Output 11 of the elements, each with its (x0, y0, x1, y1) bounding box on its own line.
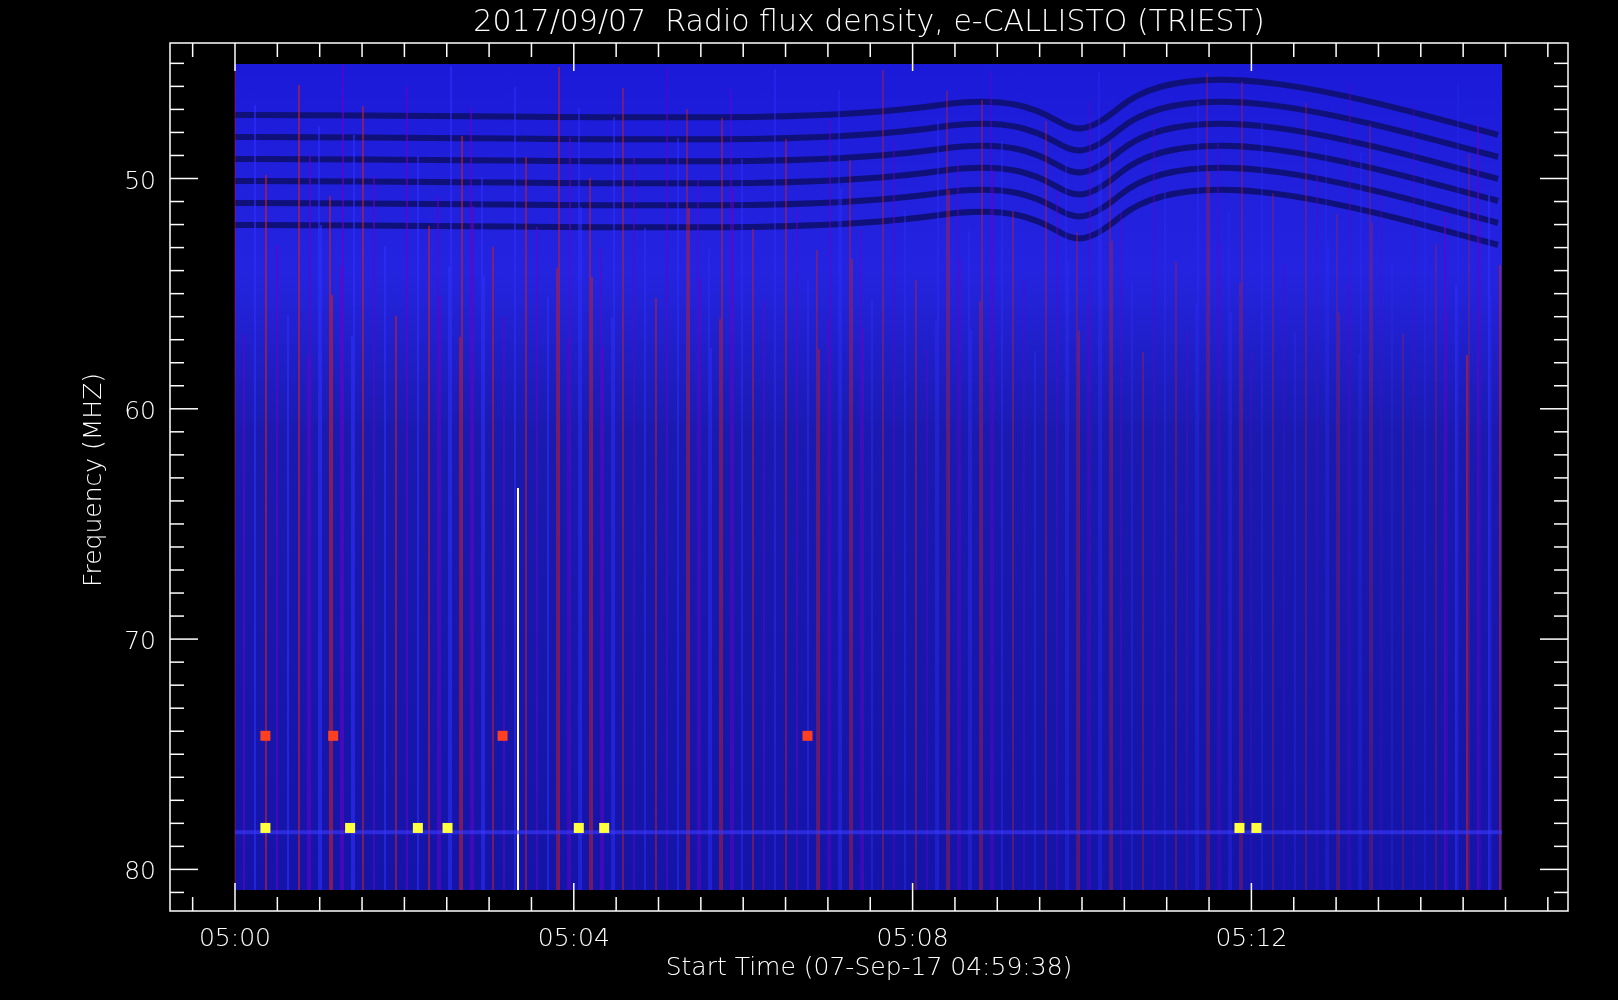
x-axis-label: Start Time (07-Sep-17 04:59:38) (665, 952, 1073, 981)
y-tick-label: 60 (124, 395, 156, 425)
y-tick-label: 70 (124, 626, 156, 656)
y-tick-label: 50 (124, 165, 156, 195)
x-tick-label: 05:08 (876, 923, 949, 952)
x-tick-label: 05:04 (537, 923, 610, 952)
chart-title: 2017/09/07 Radio flux density, e-CALLISTO (TRIEST) (473, 3, 1265, 38)
y-axis-label: Frequency (MHZ) (78, 372, 107, 588)
y-tick-label: 80 (124, 856, 156, 886)
x-tick-label: 05:00 (199, 923, 271, 952)
x-tick-label: 05:12 (1215, 923, 1288, 952)
